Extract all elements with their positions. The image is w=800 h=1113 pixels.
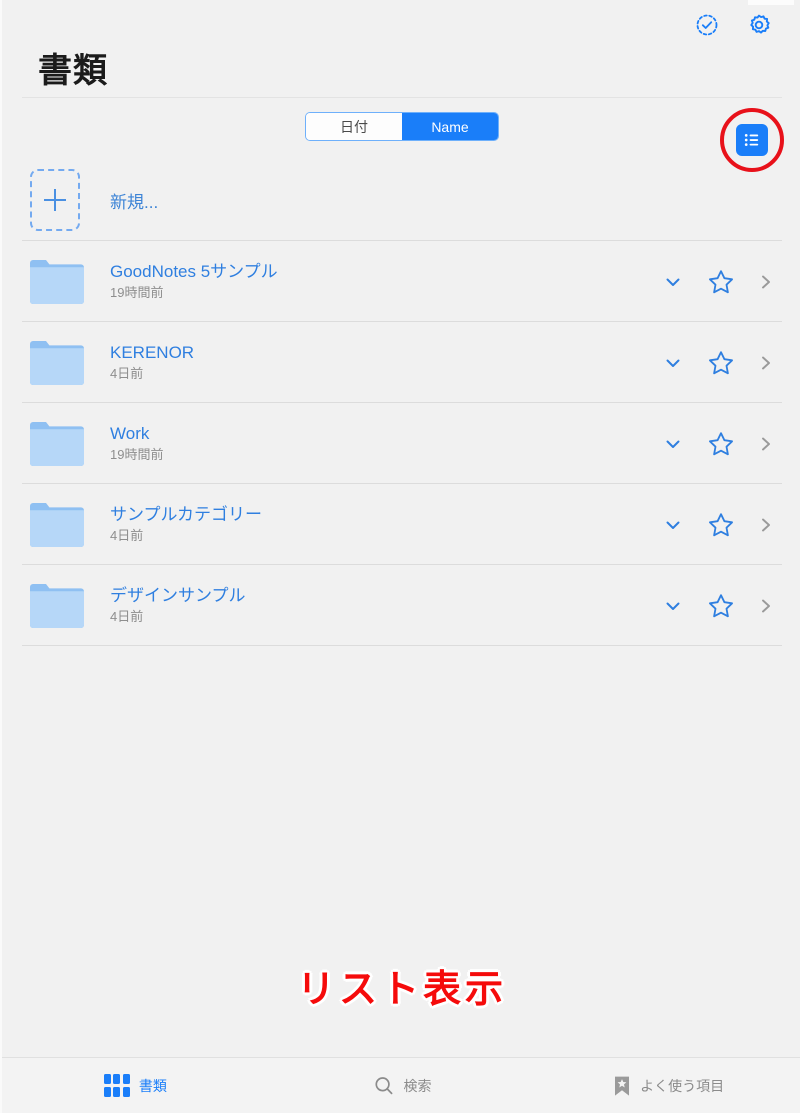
folder-row[interactable]: Work 19時間前 (2, 403, 800, 484)
row-actions (650, 343, 786, 383)
folder-text: サンプルカテゴリー 4日前 (110, 504, 650, 544)
folder-date: 4日前 (110, 609, 144, 625)
folder-icon (30, 421, 84, 467)
folder-row[interactable]: デザインサンプル 4日前 (2, 565, 800, 646)
folder-name: Work (110, 423, 150, 443)
folder-icon (30, 583, 84, 629)
folder-text: KERENOR 4日前 (110, 342, 650, 382)
folder-list: GoodNotes 5サンプル 19時間前 KERENOR 4日前 Work 19時間前サ… (2, 241, 800, 646)
folder-date: 4日前 (110, 366, 144, 382)
star-outline-icon[interactable] (696, 505, 746, 545)
list-view-icon[interactable] (736, 124, 768, 156)
plus-icon[interactable] (30, 169, 80, 231)
row-actions (650, 586, 786, 626)
tab-favorites[interactable]: よく使う項目 (535, 1058, 800, 1113)
star-outline-icon[interactable] (696, 343, 746, 383)
sort-option-name[interactable]: Name (402, 113, 498, 140)
folder-icon (30, 259, 84, 305)
chevron-down-icon[interactable] (650, 424, 696, 464)
chevron-down-icon[interactable] (650, 505, 696, 545)
chevron-down-icon[interactable] (650, 343, 696, 383)
annotation-label: リスト表示 (296, 969, 507, 1011)
status-bar-notch (748, 0, 794, 5)
tab-search[interactable]: 検索 (269, 1058, 536, 1113)
page-title: 書類 (38, 52, 108, 90)
bookmark-star-icon (613, 1075, 631, 1097)
tab-favorites-label: よく使う項目 (640, 1077, 725, 1094)
folder-row[interactable]: GoodNotes 5サンプル 19時間前 (2, 241, 800, 322)
chevron-down-icon[interactable] (650, 262, 696, 302)
chevron-down-icon[interactable] (650, 586, 696, 626)
folder-name: サンプルカテゴリー (110, 504, 262, 524)
gear-icon[interactable] (746, 12, 772, 38)
tab-documents[interactable]: 書類 (2, 1058, 269, 1113)
folder-icon (30, 340, 84, 386)
app-root: 書類 日付 Name 新規... GoodNotes 5サンプル 19時間前 K… (0, 0, 800, 1113)
folder-text: Work 19時間前 (110, 423, 650, 463)
star-outline-icon[interactable] (696, 424, 746, 464)
folder-text: デザインサンプル 4日前 (110, 585, 650, 625)
sort-option-date[interactable]: 日付 (306, 113, 402, 140)
chevron-right-icon[interactable] (746, 586, 786, 626)
folder-date: 4日前 (110, 528, 144, 544)
folder-row[interactable]: サンプルカテゴリー 4日前 (2, 484, 800, 565)
title-divider (22, 97, 782, 98)
folder-name: デザインサンプル (110, 585, 246, 605)
chevron-right-icon[interactable] (746, 424, 786, 464)
new-item-label[interactable]: 新規... (110, 188, 158, 213)
folder-name: GoodNotes 5サンプル (110, 261, 278, 281)
folder-icon (30, 502, 84, 548)
folder-text: GoodNotes 5サンプル 19時間前 (110, 261, 650, 301)
grid-icon (103, 1074, 130, 1097)
check-circle-dashed-icon[interactable] (694, 12, 720, 38)
chevron-right-icon[interactable] (746, 262, 786, 302)
star-outline-icon[interactable] (696, 586, 746, 626)
top-toolbar (694, 12, 772, 38)
bottom-tab-bar: 書類 検索 よく使う項目 (2, 1057, 800, 1113)
star-outline-icon[interactable] (696, 262, 746, 302)
sort-segmented-control[interactable]: 日付 Name (305, 112, 499, 141)
chevron-right-icon[interactable] (746, 343, 786, 383)
tab-documents-label: 書類 (138, 1077, 167, 1094)
row-actions (650, 505, 786, 545)
folder-date: 19時間前 (110, 285, 164, 301)
folder-date: 19時間前 (110, 447, 164, 463)
tab-search-label: 検索 (403, 1077, 432, 1094)
folder-name: KERENOR (110, 342, 195, 362)
plus-glyph (44, 189, 66, 211)
row-actions (650, 262, 786, 302)
new-item-row[interactable]: 新規... (2, 160, 800, 240)
folder-row[interactable]: KERENOR 4日前 (2, 322, 800, 403)
chevron-right-icon[interactable] (746, 505, 786, 545)
row-actions (650, 424, 786, 464)
search-icon (373, 1075, 395, 1097)
